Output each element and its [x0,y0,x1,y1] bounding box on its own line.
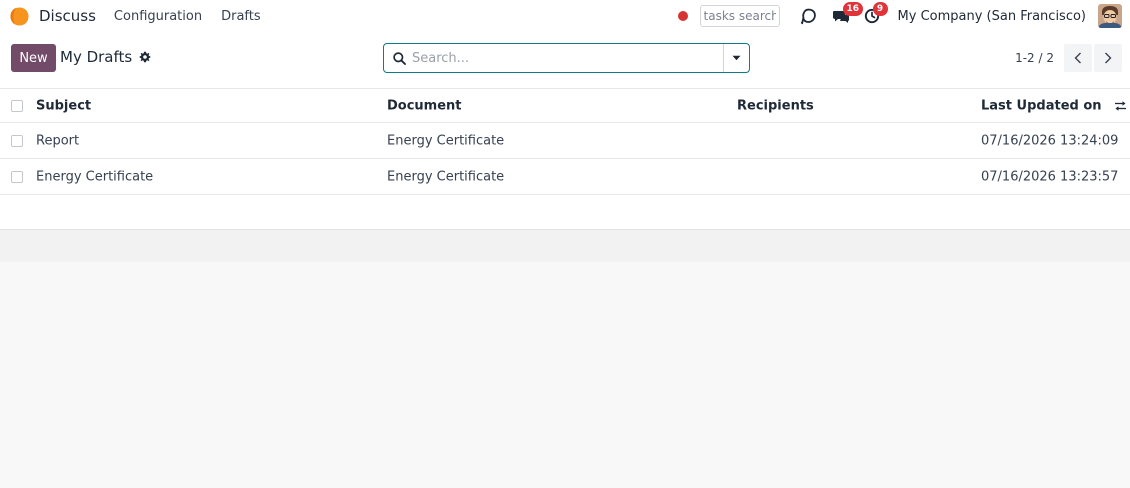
column-last-updated[interactable]: Last Updated on [981,98,1102,113]
column-subject[interactable]: Subject [36,98,91,113]
optional-columns-icon[interactable] [1114,100,1127,112]
pager-previous-button[interactable] [1064,44,1092,72]
odoo-logo-icon[interactable] [9,6,30,27]
chevron-right-icon [1105,52,1112,64]
search-icon [393,51,406,65]
app-name[interactable]: Discuss [39,7,96,25]
search-bar [383,43,750,73]
control-panel: New My Drafts 1-2 / 2 [0,32,1130,88]
cell-document: Energy Certificate [387,133,505,148]
empty-row [0,195,1130,229]
page-title: My Drafts [60,48,133,66]
content-background [0,262,1130,488]
search-options-toggle[interactable] [723,44,749,72]
navbar-left: Discuss Configuration Drafts [9,6,280,27]
column-recipients[interactable]: Recipients [737,98,814,113]
new-button[interactable]: New [11,44,56,72]
select-all-checkbox[interactable] [11,99,23,112]
cell-document: Energy Certificate [387,169,505,184]
row-checkbox[interactable] [11,170,23,183]
navbar-right: 16 9 My Company (San Francisco) [677,2,1122,28]
table-row[interactable]: Energy Certificate Energy Certificate 07… [0,159,1130,195]
pager: 1-2 / 2 [1015,44,1122,72]
company-switcher[interactable]: My Company (San Francisco) [898,9,1086,24]
avatar[interactable] [1098,4,1122,28]
record-dot-icon[interactable] [677,11,688,21]
cell-subject: Energy Certificate [36,169,154,184]
gear-icon[interactable] [139,51,151,63]
table-header: Subject Document Recipients Last Updated… [0,88,1130,123]
row-checkbox[interactable] [11,134,23,147]
chevron-left-icon [1074,52,1081,64]
voip-icon[interactable] [800,7,818,25]
breadcrumb: My Drafts [60,48,151,66]
search-input[interactable] [406,45,723,71]
clock-icon[interactable]: 9 [864,2,888,24]
table-row[interactable]: Report Energy Certificate 07/16/2026 13:… [0,123,1130,159]
cell-last-updated: 07/16/2026 13:23:57 [981,169,1119,184]
caret-down-icon [732,55,741,61]
pager-next-button[interactable] [1094,44,1122,72]
drafts-list: Subject Document Recipients Last Updated… [0,88,1130,263]
chat-icon[interactable]: 16 [832,2,864,24]
top-navbar: Discuss Configuration Drafts 16 9 [0,0,1130,32]
messages-badge: 16 [842,2,864,16]
tasks-search-input[interactable] [699,5,780,27]
menu-configuration[interactable]: Configuration [114,9,202,24]
menu-drafts[interactable]: Drafts [221,9,261,24]
activities-badge: 9 [872,2,888,16]
list-footer [0,229,1130,263]
cell-subject: Report [36,133,80,148]
pager-value[interactable]: 1-2 / 2 [1015,51,1054,65]
column-document[interactable]: Document [387,98,462,113]
cell-last-updated: 07/16/2026 13:24:09 [981,133,1119,148]
